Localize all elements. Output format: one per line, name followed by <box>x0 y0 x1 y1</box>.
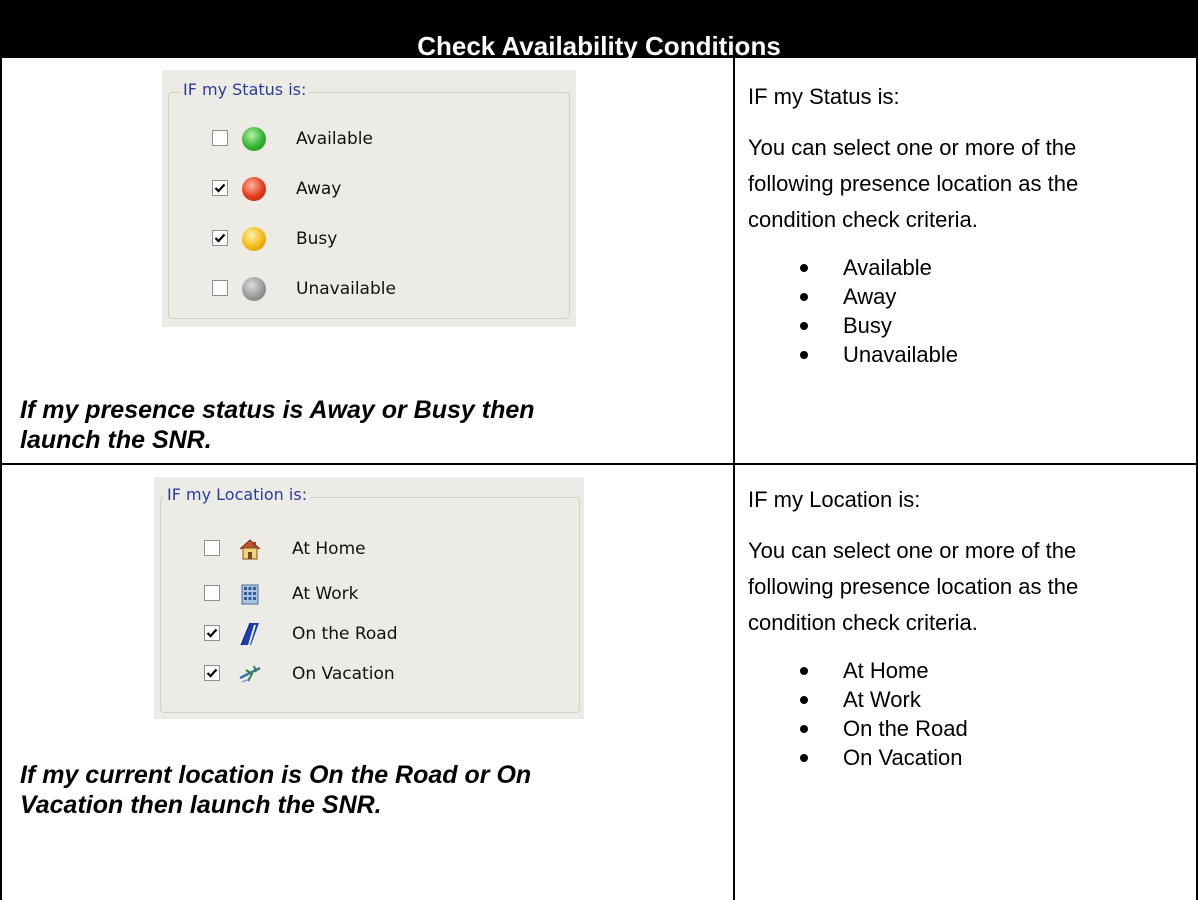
location-option-at-home[interactable]: At Home <box>204 537 534 563</box>
status-group-label: IF my Status is: <box>180 80 310 100</box>
location-option-on-vacation[interactable]: On Vacation <box>204 662 534 688</box>
location-option-label: At Work <box>292 584 359 604</box>
location-option-label: At Home <box>292 539 366 559</box>
office-building-icon <box>241 584 259 605</box>
unavailable-checkbox[interactable] <box>212 280 228 296</box>
list-item: On the Road <box>795 714 968 743</box>
on-vacation-checkbox[interactable] <box>204 665 220 681</box>
status-description-line-3: condition check criteria. <box>748 207 978 232</box>
status-option-away[interactable]: Away <box>212 177 512 203</box>
yellow-status-dot-icon <box>242 227 266 251</box>
table-header: Check Availability Conditions <box>0 0 1198 61</box>
location-caption-line-1: If my current location is On the Road or… <box>20 761 532 789</box>
status-caption-line-1: If my presence status is Away or Busy th… <box>20 396 535 424</box>
location-description-line-3: condition check criteria. <box>748 610 978 635</box>
busy-checkbox[interactable] <box>212 230 228 246</box>
list-item: Unavailable <box>795 340 958 369</box>
away-checkbox[interactable] <box>212 180 228 196</box>
list-item: At Work <box>795 685 968 714</box>
column-divider <box>733 58 735 900</box>
red-status-dot-icon <box>242 177 266 201</box>
list-item: Available <box>795 253 958 282</box>
status-option-label: Busy <box>296 229 338 249</box>
location-option-label: On the Road <box>292 624 398 644</box>
status-option-label: Available <box>296 129 373 149</box>
location-group-label: IF my Location is: <box>164 485 311 505</box>
at-home-checkbox[interactable] <box>204 540 220 556</box>
on-the-road-checkbox[interactable] <box>204 625 220 641</box>
location-caption-line-2: Vacation then launch the SNR. <box>20 791 382 819</box>
status-description-line-1: You can select one or more of the <box>748 135 1077 160</box>
availability-conditions-table: Check Availability Conditions IF my Stat… <box>0 0 1198 900</box>
location-description-line-1: You can select one or more of the <box>748 538 1077 563</box>
green-status-dot-icon <box>242 127 266 151</box>
location-option-at-work[interactable]: At Work <box>204 582 534 608</box>
status-option-busy[interactable]: Busy <box>212 227 512 253</box>
gray-status-dot-icon <box>242 277 266 301</box>
location-option-on-the-road[interactable]: On the Road <box>204 622 534 648</box>
location-bullet-list: At Home At Work On the Road On Vacation <box>795 656 968 772</box>
road-icon <box>240 622 259 646</box>
location-option-label: On Vacation <box>292 664 395 684</box>
row-divider <box>0 463 1198 465</box>
available-checkbox[interactable] <box>212 130 228 146</box>
list-item: At Home <box>795 656 968 685</box>
house-icon <box>239 539 261 560</box>
location-description-title: IF my Location is: <box>748 487 921 512</box>
status-panel-screenshot: IF my Status is: Available Away Busy Una… <box>162 70 576 327</box>
status-description-line-2: following presence location as the <box>748 171 1079 196</box>
table-border-left <box>0 58 2 900</box>
location-description-line-2: following presence location as the <box>748 574 1079 599</box>
list-item: Busy <box>795 311 958 340</box>
list-item: Away <box>795 282 958 311</box>
status-description-title: IF my Status is: <box>748 84 900 109</box>
list-item: On Vacation <box>795 743 968 772</box>
airplane-icon <box>239 665 261 683</box>
at-work-checkbox[interactable] <box>204 585 220 601</box>
status-caption-line-2: launch the SNR. <box>20 426 212 454</box>
table-title: Check Availability Conditions <box>417 31 781 61</box>
status-option-unavailable[interactable]: Unavailable <box>212 277 512 303</box>
status-bullet-list: Available Away Busy Unavailable <box>795 253 958 369</box>
location-panel-screenshot: IF my Location is: At Home At Work On th… <box>154 477 584 719</box>
status-option-label: Unavailable <box>296 279 396 299</box>
status-option-available[interactable]: Available <box>212 127 512 153</box>
status-option-label: Away <box>296 179 342 199</box>
